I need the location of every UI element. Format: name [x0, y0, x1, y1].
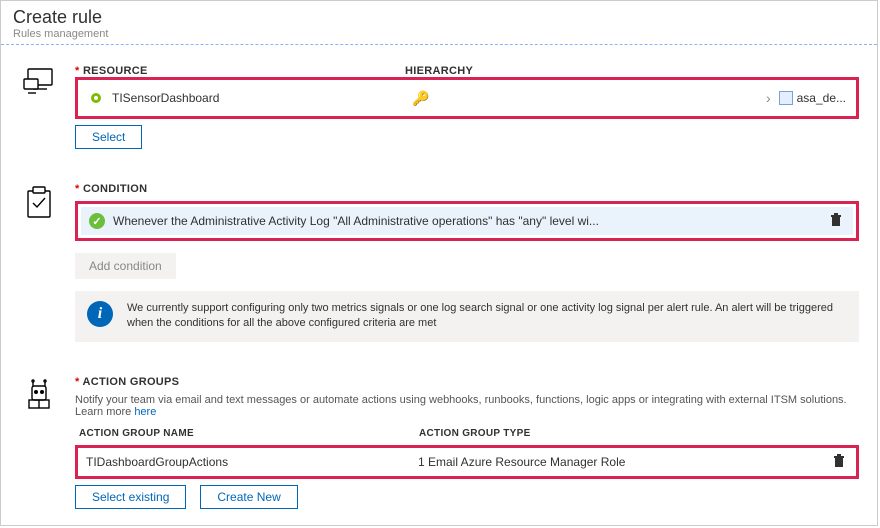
section-condition: CONDITION ✓ Whenever the Administrative …: [19, 183, 859, 342]
target-resource-icon: [779, 91, 793, 105]
page-title: Create rule: [13, 7, 865, 28]
action-group-row[interactable]: TIDashboardGroupActions 1 Email Azure Re…: [75, 445, 859, 479]
delete-action-group-button[interactable]: [832, 454, 848, 470]
condition-text: Whenever the Administrative Activity Log…: [113, 214, 829, 228]
resource-icon: [19, 65, 59, 97]
select-resource-button[interactable]: Select: [75, 125, 142, 149]
delete-condition-button[interactable]: [829, 213, 845, 229]
condition-row[interactable]: ✓ Whenever the Administrative Activity L…: [81, 207, 853, 235]
info-icon: i: [87, 301, 113, 327]
condition-icon: [19, 183, 59, 219]
action-groups-icon: [19, 376, 59, 412]
select-existing-button[interactable]: Select existing: [75, 485, 186, 509]
action-group-type: 1 Email Azure Resource Manager Role: [418, 455, 832, 469]
resource-type-icon: [88, 90, 104, 106]
action-groups-label: ACTION GROUPS: [75, 376, 859, 388]
condition-box: ✓ Whenever the Administrative Activity L…: [75, 201, 859, 241]
section-action-groups: ACTION GROUPS Notify your team via email…: [19, 376, 859, 509]
condition-label: CONDITION: [75, 183, 859, 195]
condition-info-text: We currently support configuring only tw…: [127, 301, 847, 332]
page-subtitle: Rules management: [13, 28, 865, 40]
panel-header: Create rule Rules management: [1, 1, 877, 45]
chevron-right-icon: ›: [766, 90, 771, 106]
condition-info-bar: i We currently support configuring only …: [75, 291, 859, 342]
action-groups-desc: Notify your team via email and text mess…: [75, 394, 859, 418]
resource-selection-box: TISensorDashboard 🔑 › asa_de...: [75, 77, 859, 119]
resource-name: TISensorDashboard: [112, 91, 412, 105]
check-icon: ✓: [89, 213, 105, 229]
action-group-name: TIDashboardGroupActions: [86, 455, 418, 469]
key-icon: 🔑: [412, 90, 429, 107]
create-new-button[interactable]: Create New: [200, 485, 297, 509]
resource-label: RESOURCE: [75, 65, 405, 77]
target-resource-name: asa_de...: [797, 91, 846, 105]
hierarchy-label: HIERARCHY: [405, 65, 473, 77]
add-condition-button[interactable]: Add condition: [75, 253, 176, 279]
ag-col-type-header: ACTION GROUP TYPE: [419, 428, 855, 439]
learn-more-link[interactable]: here: [134, 406, 156, 418]
ag-col-name-header: ACTION GROUP NAME: [79, 428, 419, 439]
section-resource: RESOURCE HIERARCHY TISensorDashboard 🔑 ›…: [19, 65, 859, 149]
